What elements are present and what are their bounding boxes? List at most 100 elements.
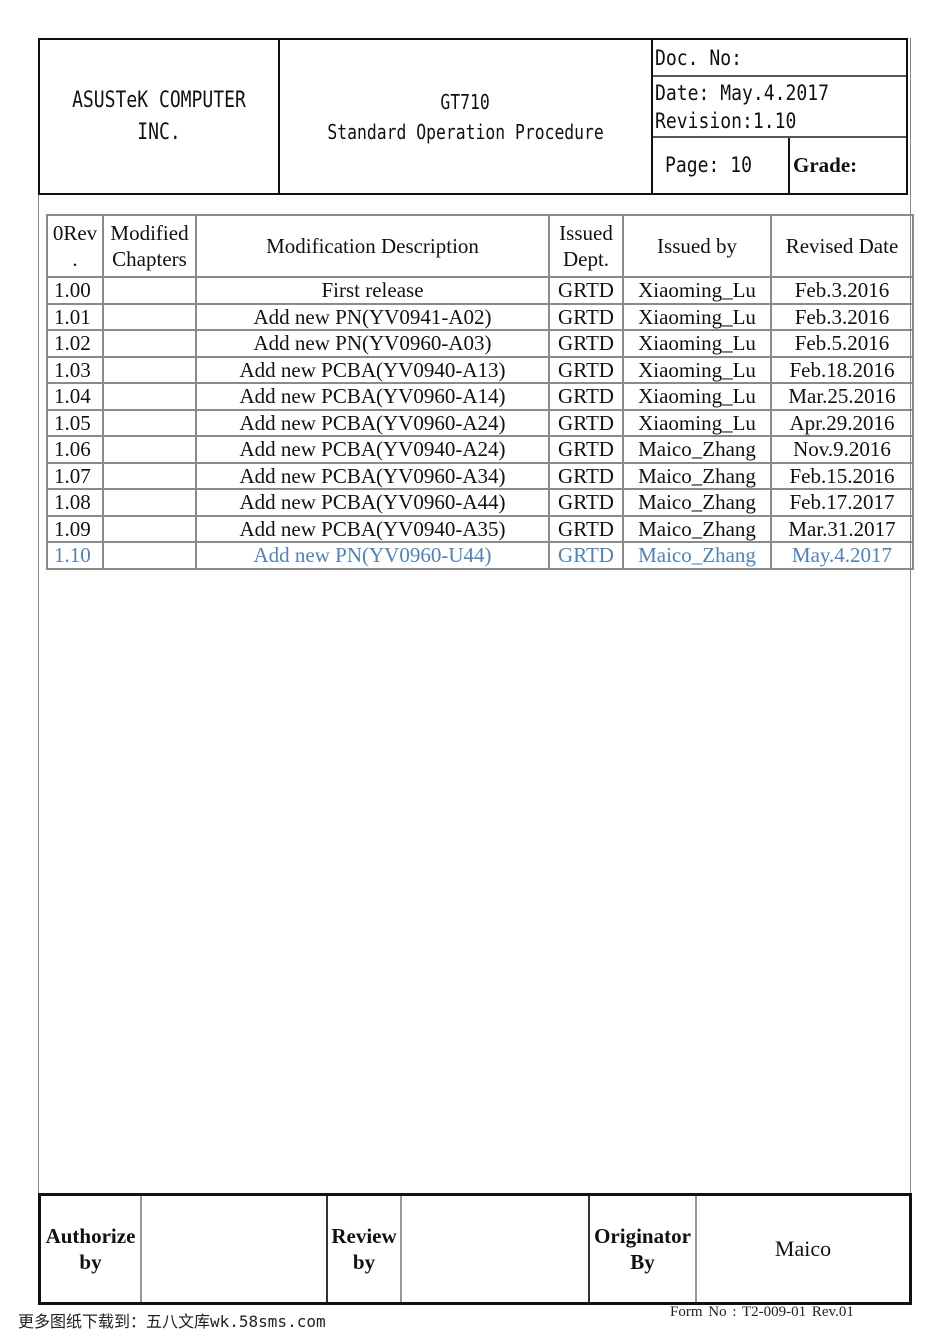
issued-by-cell: Maico_Zhang — [622, 514, 772, 543]
col-header-rev: 0Rev. — [46, 214, 104, 278]
issued-by-cell: Maico_Zhang — [622, 541, 772, 570]
table-row: 1.01 Add new PN(YV0941-A02) GRTD Xiaoming_L… — [46, 302, 914, 331]
description-cell: Add new PCBA(YV0940-A35) — [195, 514, 550, 543]
date-cell: Feb.5.2016 — [770, 329, 914, 358]
chapters-cell — [102, 541, 197, 570]
authorize-value — [142, 1196, 328, 1302]
issued-by-cell: Xiaoming_Lu — [622, 276, 772, 305]
company-name-line2: INC. — [137, 119, 181, 145]
rev-cell: 1.03 — [46, 355, 104, 384]
table-row: 1.10 Add new PN(YV0960-U44) GRTD Maico_Zhan… — [46, 541, 914, 570]
chapters-cell — [102, 276, 197, 305]
dept-cell: GRTD — [548, 355, 624, 384]
issued-by-cell: Maico_Zhang — [622, 435, 772, 464]
chapters-cell — [102, 514, 197, 543]
doc-revision: Revision:1.10 — [655, 109, 797, 133]
description-cell: Add new PCBA(YV0960-A34) — [195, 461, 550, 490]
col-header-description: Modification Description — [195, 214, 550, 278]
dept-cell: GRTD — [548, 461, 624, 490]
dept-cell: GRTD — [548, 329, 624, 358]
dept-cell: GRTD — [548, 541, 624, 570]
table-row: 1.04 Add new PCBA(YV0960-A14) GRTD Xiaoming… — [46, 382, 914, 411]
rev-cell: 1.08 — [46, 488, 104, 517]
originator-value: Maico — [774, 1236, 832, 1261]
grade-label: Grade: — [793, 153, 858, 177]
review-value — [402, 1196, 590, 1302]
table-row: 1.08 Add new PCBA(YV0960-A44) GRTD Maico_Zh… — [46, 488, 914, 517]
chapters-cell — [102, 461, 197, 490]
table-row: 1.05 Add new PCBA(YV0960-A24) GRTD Xiaoming… — [46, 408, 914, 437]
date-cell: Apr.29.2016 — [770, 408, 914, 437]
chapters-cell — [102, 488, 197, 517]
table-row: 1.02 Add new PN(YV0960-A03) GRTD Xiaoming_L… — [46, 329, 914, 358]
rev-cell: 1.09 — [46, 514, 104, 543]
company-name: ASUSTeK COMPUTER INC. — [40, 40, 280, 193]
date-cell: Mar.31.2017 — [770, 514, 914, 543]
issued-by-cell: Xiaoming_Lu — [622, 408, 772, 437]
page-number: Page: 10 — [653, 138, 790, 193]
issued-by-cell: Xiaoming_Lu — [622, 355, 772, 384]
company-name-line1: ASUSTeK COMPUTER — [72, 87, 246, 113]
issued-by-cell: Maico_Zhang — [622, 488, 772, 517]
col-header-dept: Issued Dept. — [548, 214, 624, 278]
authorize-label: Authorize by — [41, 1196, 142, 1302]
description-cell: Add new PN(YV0941-A02) — [195, 302, 550, 331]
chapters-cell — [102, 329, 197, 358]
rev-cell: 1.07 — [46, 461, 104, 490]
rev-cell: 1.02 — [46, 329, 104, 358]
chapters-cell — [102, 355, 197, 384]
originator-label: Originator By — [590, 1196, 697, 1302]
date-cell: May.4.2017 — [770, 541, 914, 570]
document-header: ASUSTeK COMPUTER INC. GT710 Standard Ope… — [38, 38, 908, 195]
rev-cell: 1.05 — [46, 408, 104, 437]
dept-cell: GRTD — [548, 302, 624, 331]
table-row: 1.03 Add new PCBA(YV0940-A13) GRTD Xiaoming… — [46, 355, 914, 384]
product-name: GT710 — [440, 89, 491, 114]
description-cell: Add new PCBA(YV0960-A14) — [195, 382, 550, 411]
dept-cell: GRTD — [548, 514, 624, 543]
doc-date: Date: May.4.2017 — [655, 81, 829, 105]
table-row: 1.09 Add new PCBA(YV0940-A35) GRTD Maico_Zh… — [46, 514, 914, 543]
date-cell: Feb.18.2016 — [770, 355, 914, 384]
rev-cell: 1.10 — [46, 541, 104, 570]
description-cell: Add new PCBA(YV0940-A24) — [195, 435, 550, 464]
description-cell: Add new PCBA(YV0960-A24) — [195, 408, 550, 437]
table-row: 1.07 Add new PCBA(YV0960-A34) GRTD Maico_Zh… — [46, 461, 914, 490]
description-cell: Add new PCBA(YV0940-A13) — [195, 355, 550, 384]
date-cell: Feb.3.2016 — [770, 302, 914, 331]
form-number: Form No : T2-009-01 Rev.01 — [670, 1304, 854, 1320]
date-cell: Mar.25.2016 — [770, 382, 914, 411]
rev-cell: 1.00 — [46, 276, 104, 305]
download-note: 更多图纸下载到：五八文库wk.58sms.com — [18, 1312, 326, 1331]
table-body: 1.00 First release GRTD Xiaoming_Lu Feb.3.20… — [46, 276, 914, 570]
rev-cell: 1.06 — [46, 435, 104, 464]
col-header-issued-by: Issued by — [622, 214, 772, 278]
description-cell: Add new PN(YV0960-A03) — [195, 329, 550, 358]
signature-block: Authorize by Review by Originator By Maico — [38, 1193, 912, 1305]
date-cell: Nov.9.2016 — [770, 435, 914, 464]
procedure-title: Standard Operation Procedure — [327, 119, 604, 144]
review-label: Review by — [328, 1196, 402, 1302]
chapters-cell — [102, 302, 197, 331]
revision-history-table: 0Rev. Modified Chapters Modification Desc… — [46, 214, 914, 570]
issued-by-cell: Xiaoming_Lu — [622, 302, 772, 331]
chapters-cell — [102, 408, 197, 437]
chapters-cell — [102, 382, 197, 411]
description-cell: Add new PN(YV0960-U44) — [195, 541, 550, 570]
document-meta: Doc. No: Date: May.4.2017 Revision:1.10 … — [653, 40, 906, 193]
issued-by-cell: Xiaoming_Lu — [622, 382, 772, 411]
dept-cell: GRTD — [548, 382, 624, 411]
description-cell: Add new PCBA(YV0960-A44) — [195, 488, 550, 517]
table-row: 1.00 First release GRTD Xiaoming_Lu Feb.3.20… — [46, 276, 914, 305]
dept-cell: GRTD — [548, 276, 624, 305]
date-revision: Date: May.4.2017 Revision:1.10 — [653, 77, 906, 138]
rev-cell: 1.01 — [46, 302, 104, 331]
col-header-chapters: Modified Chapters — [102, 214, 197, 278]
dept-cell: GRTD — [548, 435, 624, 464]
table-row: 1.06 Add new PCBA(YV0940-A24) GRTD Maico_Zh… — [46, 435, 914, 464]
dept-cell: GRTD — [548, 408, 624, 437]
issued-by-cell: Xiaoming_Lu — [622, 329, 772, 358]
date-cell: Feb.17.2017 — [770, 488, 914, 517]
chapters-cell — [102, 435, 197, 464]
date-cell: Feb.3.2016 — [770, 276, 914, 305]
